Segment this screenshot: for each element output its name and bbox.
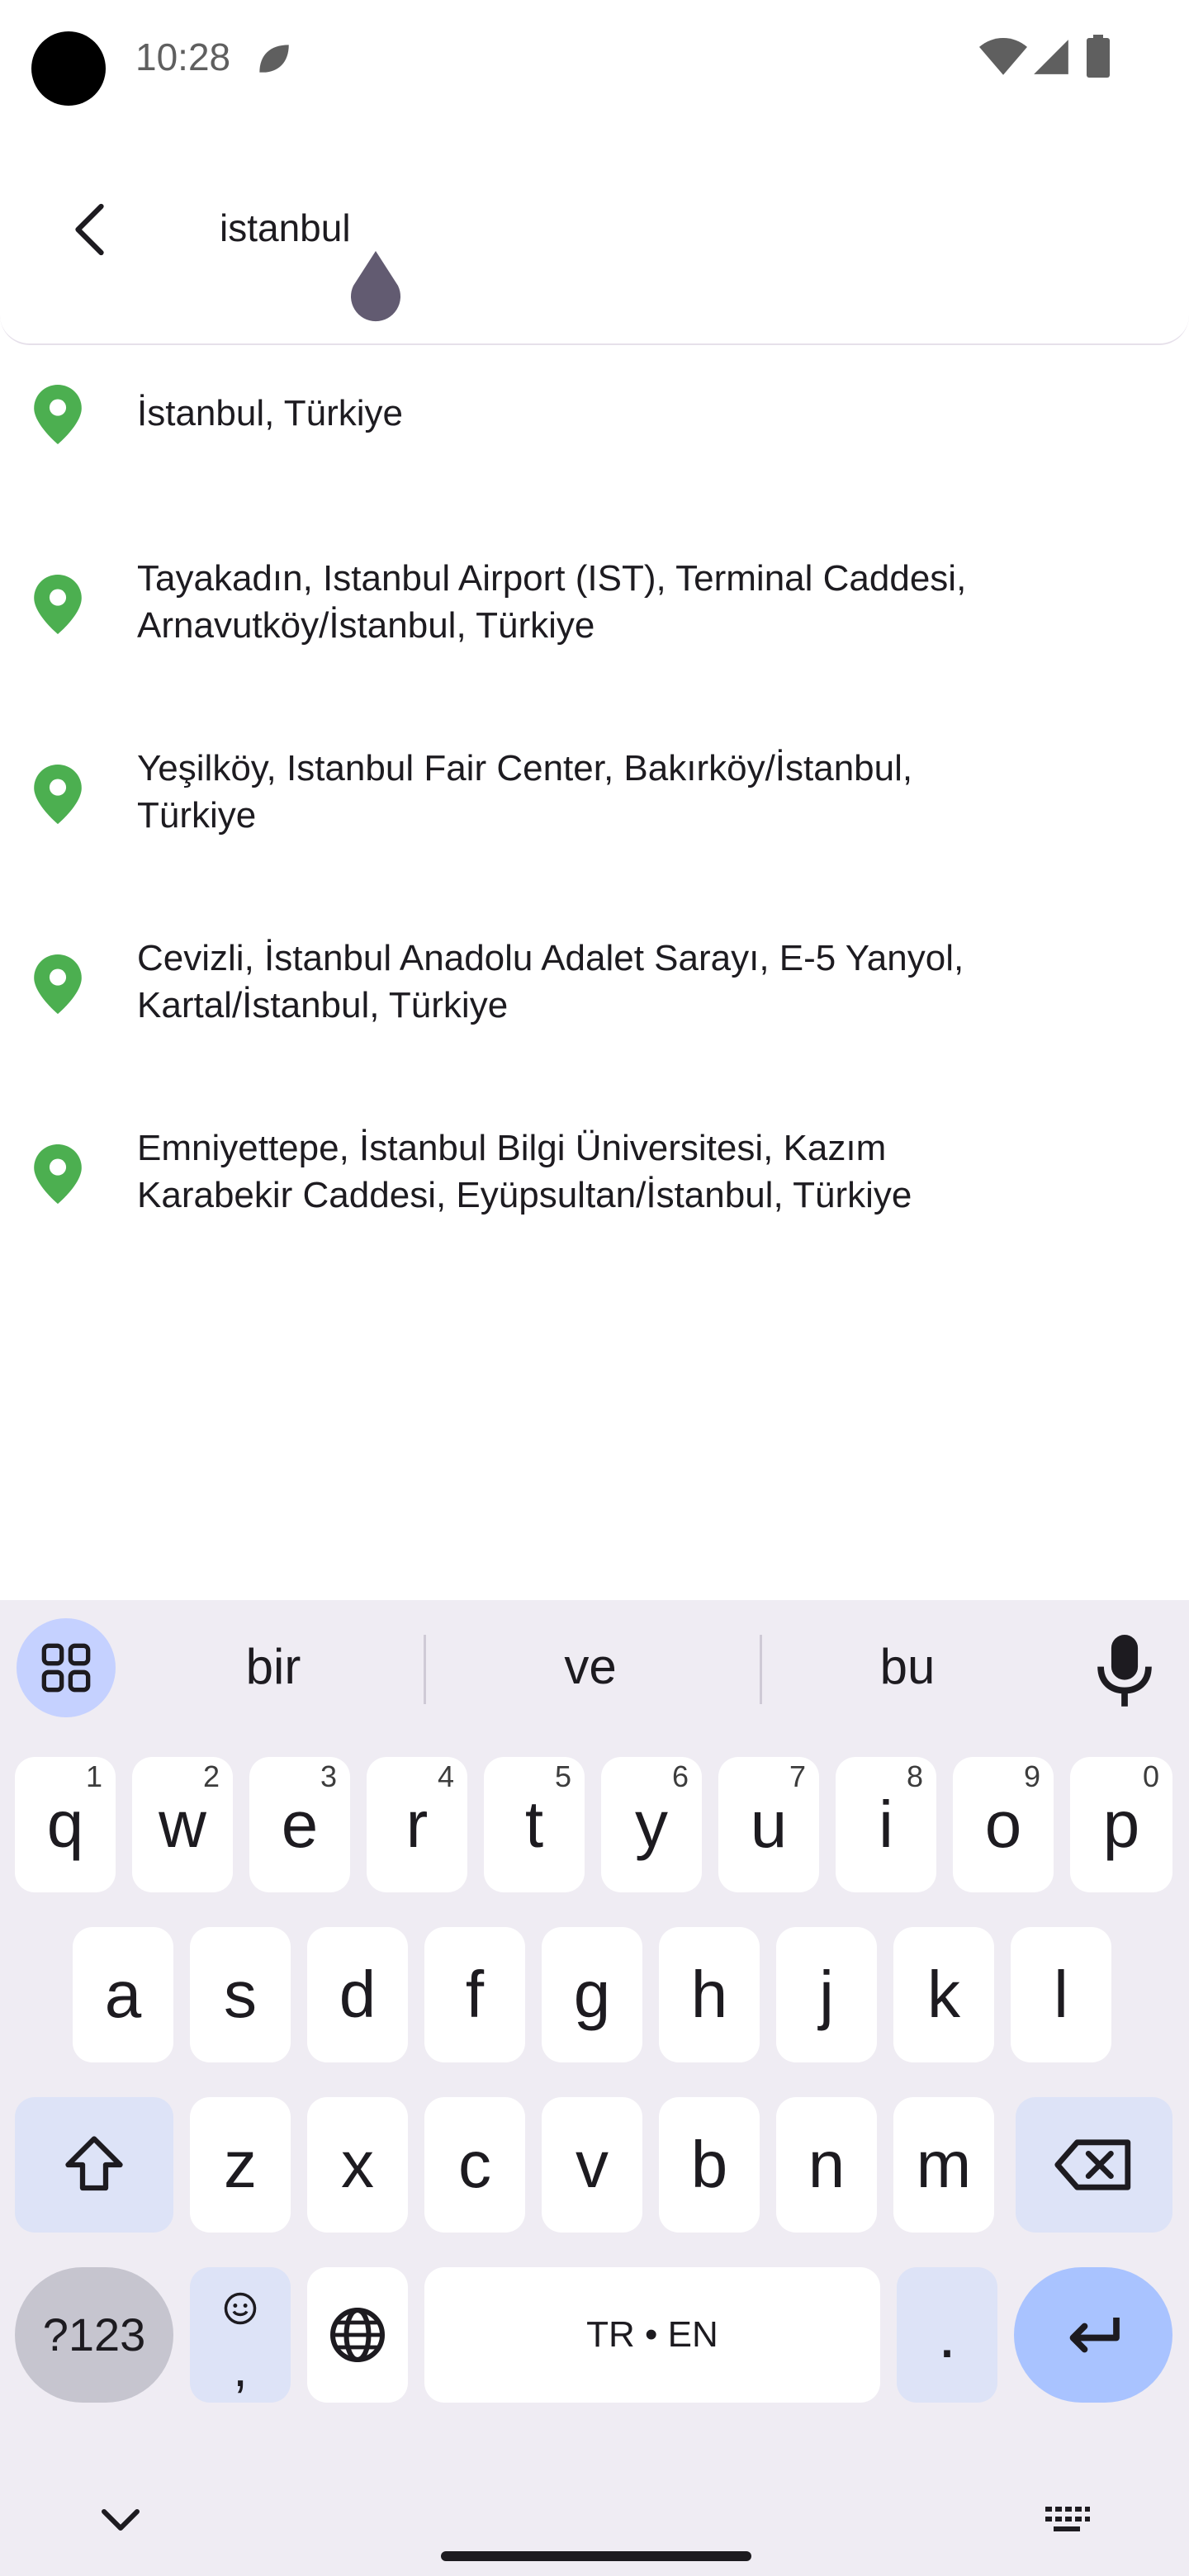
key-t[interactable]: t5 <box>484 1757 585 1892</box>
location-pin-icon <box>34 765 82 824</box>
status-time: 10:28 <box>135 36 231 78</box>
suggestion-1[interactable]: bir <box>121 1638 426 1695</box>
key-w[interactable]: w2 <box>132 1757 233 1892</box>
shift-arrow-icon <box>65 2136 123 2191</box>
keyboard-switch-icon[interactable] <box>1042 2503 1092 2536</box>
battery-icon <box>1087 35 1110 78</box>
key-i[interactable]: i8 <box>836 1757 936 1892</box>
location-pin-icon <box>34 1144 82 1204</box>
result-text: Tayakadın, Istanbul Airport (IST), Termi… <box>137 558 967 646</box>
result-item[interactable]: Yeşilköy, Istanbul Fair Center, Bakırköy… <box>0 698 1189 864</box>
chevron-down-icon[interactable] <box>96 2502 145 2538</box>
key-h[interactable]: h <box>659 1927 760 2062</box>
key-r[interactable]: r4 <box>367 1757 467 1892</box>
key-e[interactable]: e3 <box>249 1757 350 1892</box>
key-u[interactable]: u7 <box>718 1757 819 1892</box>
shift-key[interactable] <box>15 2097 173 2233</box>
globe-icon <box>330 2308 385 2362</box>
key-b[interactable]: b <box>659 2097 760 2233</box>
key-f[interactable]: f <box>424 1927 525 2062</box>
camera-cutout <box>31 31 106 106</box>
microphone-icon[interactable] <box>1092 1635 1158 1709</box>
language-key[interactable] <box>307 2267 408 2403</box>
cellular-signal-icon <box>1034 40 1068 74</box>
key-v[interactable]: v <box>542 2097 642 2233</box>
result-text: Emniyettepe, İstanbul Bilgi Üniversitesi… <box>137 1128 912 1215</box>
key-l[interactable]: l <box>1011 1927 1111 2062</box>
result-text: Yeşilköy, Istanbul Fair Center, Bakırköy… <box>137 748 913 836</box>
result-text: Cevizli, İstanbul Anadolu Adalet Sarayı,… <box>137 938 964 1025</box>
leaf-icon <box>259 45 289 73</box>
key-q[interactable]: q1 <box>15 1757 116 1892</box>
suggestion-strip: bir ve bu <box>0 1600 1189 1724</box>
location-pin-icon <box>34 385 82 444</box>
key-y[interactable]: y6 <box>601 1757 702 1892</box>
key-a[interactable]: a <box>73 1927 173 2062</box>
result-item[interactable]: Emniyettepe, İstanbul Bilgi Üniversitesi… <box>0 1078 1189 1243</box>
soft-keyboard: bir ve bu q1 w2 e3 r4 t5 y6 u7 i8 o9 p0 … <box>0 1600 1189 2576</box>
suggestion-2[interactable]: ve <box>438 1638 743 1695</box>
symbols-key[interactable]: ?123 <box>15 2267 173 2403</box>
key-n[interactable]: n <box>776 2097 877 2233</box>
search-header <box>0 124 1189 345</box>
backspace-icon <box>1054 2139 1131 2190</box>
home-indicator[interactable] <box>441 2551 751 2561</box>
period-key[interactable]: . <box>897 2267 997 2403</box>
result-text: İstanbul, Türkiye <box>137 393 404 433</box>
space-key[interactable]: TR • EN <box>424 2267 880 2403</box>
keyboard-apps-button[interactable] <box>17 1618 116 1717</box>
location-pin-icon <box>34 575 82 634</box>
key-m[interactable]: m <box>893 2097 994 2233</box>
result-item[interactable]: Cevizli, İstanbul Anadolu Adalet Sarayı,… <box>0 888 1189 1054</box>
location-pin-icon <box>34 954 82 1014</box>
key-x[interactable]: x <box>307 2097 408 2233</box>
emoji-comma-key[interactable]: , <box>190 2267 291 2403</box>
suggestion-3[interactable]: bu <box>755 1638 1060 1695</box>
enter-arrow-icon <box>1069 2318 1120 2353</box>
result-item[interactable]: İstanbul, Türkiye <box>0 343 1189 509</box>
grid-icon <box>41 1643 91 1693</box>
key-o[interactable]: o9 <box>953 1757 1054 1892</box>
back-arrow-icon[interactable] <box>58 195 127 264</box>
key-j[interactable]: j <box>776 1927 877 2062</box>
key-c[interactable]: c <box>424 2097 525 2233</box>
keyboard-nav-bar <box>0 2442 1189 2576</box>
key-z[interactable]: z <box>190 2097 291 2233</box>
key-s[interactable]: s <box>190 1927 291 2062</box>
key-d[interactable]: d <box>307 1927 408 2062</box>
key-k[interactable]: k <box>893 1927 994 2062</box>
enter-key[interactable] <box>1014 2267 1172 2403</box>
result-item[interactable]: Tayakadın, Istanbul Airport (IST), Termi… <box>0 509 1189 674</box>
key-g[interactable]: g <box>542 1927 642 2062</box>
status-bar: 10:28 <box>0 0 1189 124</box>
text-cursor-handle[interactable] <box>345 251 406 325</box>
backspace-key[interactable] <box>1016 2097 1172 2233</box>
wifi-icon <box>979 38 1027 75</box>
search-input[interactable] <box>220 203 1045 253</box>
suggestion-divider <box>424 1635 426 1704</box>
key-p[interactable]: p0 <box>1070 1757 1172 1892</box>
